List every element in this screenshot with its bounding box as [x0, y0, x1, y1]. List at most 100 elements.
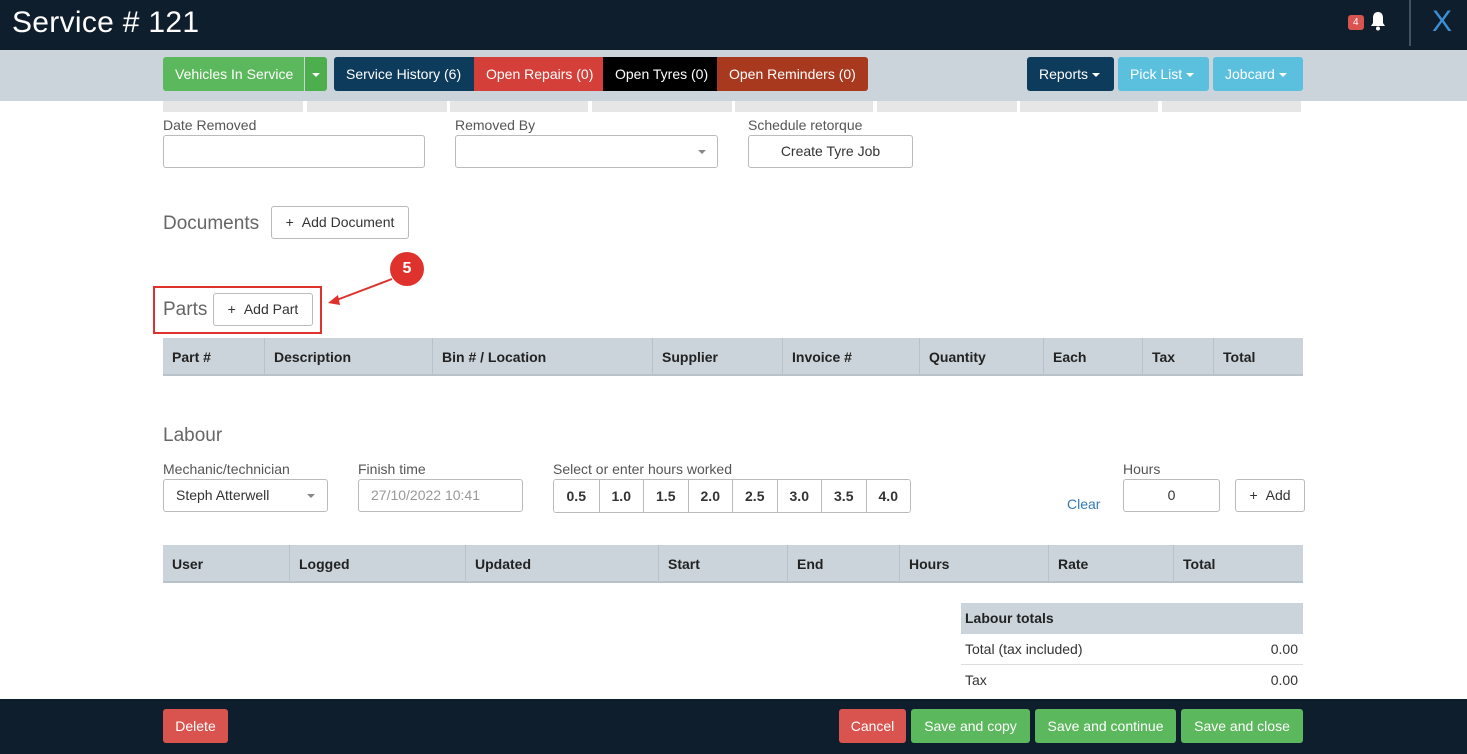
tab-stub	[735, 101, 873, 112]
tab-stub	[592, 101, 732, 112]
labour-col-header[interactable]: User	[163, 545, 289, 581]
labour-col-header[interactable]: Rate	[1048, 545, 1173, 581]
parts-heading: Parts	[163, 299, 208, 320]
jobcard-dropdown[interactable]: Jobcard	[1213, 57, 1303, 91]
total-label: Total (tax included)	[965, 641, 1083, 657]
bell-icon[interactable]	[1369, 10, 1387, 32]
hours-label: Hours	[1123, 461, 1161, 477]
tax-label: Tax	[965, 672, 987, 688]
parts-col-header[interactable]: Description	[264, 338, 432, 374]
parts-col-header[interactable]: Tax	[1142, 338, 1213, 374]
parts-col-header[interactable]: Part #	[163, 338, 264, 374]
service-history-button[interactable]: Service History (6)	[334, 57, 474, 91]
plus-icon: +	[227, 301, 236, 317]
pick-list-dropdown[interactable]: Pick List	[1118, 57, 1209, 91]
add-labour-button[interactable]: + Add	[1235, 479, 1305, 512]
table-row: Total (tax included) 0.00	[961, 634, 1303, 665]
hours-button-group: 0.5 1.0 1.5 2.0 2.5 3.0 3.5 4.0	[553, 479, 911, 513]
labour-heading: Labour	[163, 425, 223, 446]
finish-time-label: Finish time	[358, 461, 426, 477]
removed-by-label: Removed By	[455, 117, 536, 133]
page-title: Service # 121	[12, 6, 200, 39]
vehicles-dropdown-toggle[interactable]	[305, 57, 327, 91]
create-tyre-job-button[interactable]: Create Tyre Job	[748, 135, 913, 168]
plus-icon: +	[285, 214, 294, 230]
parts-table-header: Part # Description Bin # / Location Supp…	[163, 338, 1303, 376]
parts-col-header[interactable]: Quantity	[919, 338, 1043, 374]
pick-list-label: Pick List	[1130, 66, 1183, 82]
cancel-button[interactable]: Cancel	[839, 709, 906, 743]
labour-totals-table: Labour totals Total (tax included) 0.00 …	[961, 603, 1303, 696]
parts-col-header[interactable]: Total	[1213, 338, 1303, 374]
add-document-label: Add Document	[301, 214, 395, 230]
tab-stub	[877, 101, 1017, 112]
hours-option-button[interactable]: 0.5	[554, 480, 599, 512]
labour-col-header[interactable]: Hours	[899, 545, 1048, 581]
chevron-down-icon	[1278, 73, 1287, 78]
hours-option-button[interactable]: 2.5	[732, 480, 777, 512]
add-part-button[interactable]: + Add Part	[213, 293, 313, 326]
parts-col-header[interactable]: Each	[1043, 338, 1142, 374]
tax-value: 0.00	[1270, 672, 1298, 688]
toolbar: Vehicles In Service Service History (6) …	[0, 50, 1467, 101]
delete-button[interactable]: Delete	[163, 709, 228, 743]
chevron-down-icon	[1186, 73, 1195, 78]
chevron-down-icon	[698, 150, 706, 154]
finish-time-input[interactable]: 27/10/2022 10:41	[358, 479, 523, 512]
hours-option-button[interactable]: 3.5	[821, 480, 866, 512]
hours-option-button[interactable]: 1.0	[598, 480, 643, 512]
labour-col-header[interactable]: Start	[658, 545, 787, 581]
notification-badge[interactable]: 4	[1348, 15, 1364, 30]
labour-totals-heading: Labour totals	[961, 603, 1303, 634]
parts-col-header[interactable]: Bin # / Location	[432, 338, 652, 374]
table-row: Tax 0.00	[961, 665, 1303, 696]
save-and-continue-button[interactable]: Save and continue	[1035, 709, 1176, 743]
labour-col-header[interactable]: Total	[1173, 545, 1303, 581]
tab-stub	[450, 101, 588, 112]
reports-dropdown[interactable]: Reports	[1027, 57, 1114, 91]
hours-input[interactable]: 0	[1123, 479, 1220, 512]
total-value: 0.00	[1270, 641, 1298, 657]
chevron-down-icon	[312, 73, 320, 78]
schedule-retorque-label: Schedule retorque	[748, 117, 863, 133]
parts-col-header[interactable]: Invoice #	[782, 338, 919, 374]
add-document-button[interactable]: + Add Document	[271, 206, 409, 239]
step-number-badge: 5	[390, 252, 424, 286]
removed-by-select[interactable]	[455, 135, 718, 168]
hours-option-button[interactable]: 3.0	[776, 480, 821, 512]
tab-stub	[163, 101, 303, 112]
tab-stub	[1020, 101, 1158, 112]
mechanic-label: Mechanic/technician	[163, 461, 290, 477]
mechanic-value: Steph Atterwell	[176, 487, 270, 503]
add-labour-label: Add	[1265, 487, 1291, 503]
top-header: Service # 121 4 X	[0, 0, 1467, 50]
tab-stub	[1162, 101, 1301, 112]
footer-action-bar: Delete Cancel Save and copy Save and con…	[0, 699, 1467, 754]
add-part-label: Add Part	[243, 301, 299, 317]
labour-col-header[interactable]: End	[787, 545, 899, 581]
clear-link[interactable]: Clear	[1067, 496, 1100, 512]
save-and-copy-button[interactable]: Save and copy	[911, 709, 1030, 743]
mechanic-select[interactable]: Steph Atterwell	[163, 479, 328, 512]
jobcard-label: Jobcard	[1225, 66, 1275, 82]
hours-option-button[interactable]: 4.0	[865, 480, 910, 512]
hours-option-button[interactable]: 2.0	[687, 480, 732, 512]
reports-label: Reports	[1039, 66, 1089, 82]
save-and-close-button[interactable]: Save and close	[1181, 709, 1303, 743]
open-reminders-button[interactable]: Open Reminders (0)	[717, 57, 868, 91]
chevron-down-icon	[1092, 73, 1101, 78]
labour-col-header[interactable]: Logged	[289, 545, 465, 581]
hours-worked-label: Select or enter hours worked	[553, 461, 732, 477]
vehicles-in-service-button[interactable]: Vehicles In Service	[163, 57, 304, 91]
open-tyres-button[interactable]: Open Tyres (0)	[603, 57, 717, 91]
close-button[interactable]: X	[1432, 5, 1452, 39]
chevron-down-icon	[307, 494, 315, 498]
date-removed-label: Date Removed	[163, 117, 257, 133]
tab-stub	[307, 101, 447, 112]
date-removed-input[interactable]	[163, 135, 425, 168]
documents-heading: Documents	[163, 213, 260, 234]
open-repairs-button[interactable]: Open Repairs (0)	[474, 57, 603, 91]
parts-col-header[interactable]: Supplier	[652, 338, 782, 374]
hours-option-button[interactable]: 1.5	[643, 480, 688, 512]
labour-col-header[interactable]: Updated	[465, 545, 658, 581]
